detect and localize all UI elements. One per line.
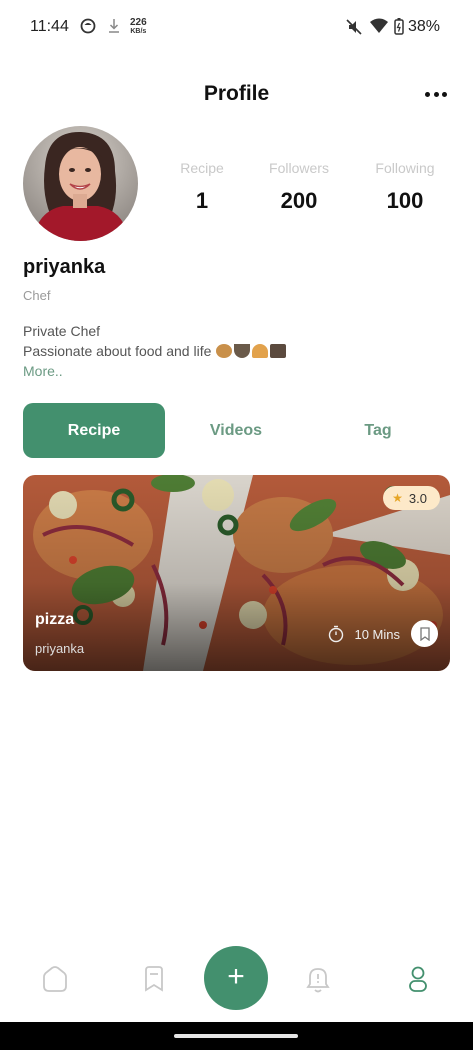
tab-tag[interactable]: Tag xyxy=(307,403,449,458)
more-link[interactable]: More.. xyxy=(23,363,63,379)
recipe-card[interactable]: ★ 3.0 pizza priyanka 10 Mins xyxy=(23,475,450,671)
home-icon[interactable] xyxy=(40,962,70,996)
system-nav-bar xyxy=(0,1022,473,1050)
stat-label: Followers xyxy=(269,160,329,176)
status-time: 11:44 xyxy=(30,18,69,35)
status-bar: 11:44 226 KB/s 38% xyxy=(0,0,473,56)
timer-icon xyxy=(328,625,344,643)
bookmark-nav-icon[interactable] xyxy=(139,962,169,996)
bio-text: Passionate about food and life xyxy=(23,343,212,359)
recipe-author: priyanka xyxy=(35,641,85,656)
recipe-duration: 10 Mins xyxy=(328,625,400,643)
add-recipe-button[interactable]: + xyxy=(204,946,268,1010)
stat-value: 100 xyxy=(386,188,424,213)
mute-icon xyxy=(345,18,363,41)
food-emoji-icons xyxy=(216,344,287,358)
recipe-title: pizza xyxy=(35,611,75,628)
stat-recipe[interactable]: Recipe 1 xyxy=(152,160,252,214)
user-role: Chef xyxy=(23,288,51,303)
avatar[interactable] xyxy=(23,126,138,241)
download-icon xyxy=(108,18,120,39)
more-options-icon[interactable] xyxy=(425,92,447,100)
stat-label: Following xyxy=(375,160,435,176)
stat-value: 200 xyxy=(280,188,318,213)
bio-line-1: Private Chef xyxy=(23,323,101,339)
tab-videos[interactable]: Videos xyxy=(165,403,307,458)
stat-value: 1 xyxy=(195,188,209,213)
home-gesture-handle[interactable] xyxy=(174,1034,298,1038)
stat-label: Recipe xyxy=(180,160,224,176)
bookmark-icon xyxy=(419,626,431,641)
rating-value: 3.0 xyxy=(408,490,427,506)
wifi-icon xyxy=(369,18,389,39)
bell-icon[interactable] xyxy=(303,962,333,996)
page-title: Profile xyxy=(203,82,270,105)
profile-icon[interactable] xyxy=(403,962,433,996)
battery-icon xyxy=(394,18,404,40)
duration-text: 10 Mins xyxy=(354,626,400,642)
app-notification-icon xyxy=(80,18,96,39)
bookmark-button[interactable] xyxy=(411,620,438,647)
net-speed: 226 KB/s xyxy=(130,17,147,36)
rating-badge: ★ 3.0 xyxy=(383,486,440,510)
add-icon: + xyxy=(227,959,245,993)
tab-recipe[interactable]: Recipe xyxy=(23,403,165,458)
stat-following[interactable]: Following 100 xyxy=(355,160,455,214)
stat-followers[interactable]: Followers 200 xyxy=(249,160,349,214)
username: priyanka xyxy=(23,256,106,278)
battery-percent: 38% xyxy=(407,18,440,35)
bio-line-2: Passionate about food and life xyxy=(23,343,287,359)
star-icon: ★ xyxy=(392,491,403,505)
